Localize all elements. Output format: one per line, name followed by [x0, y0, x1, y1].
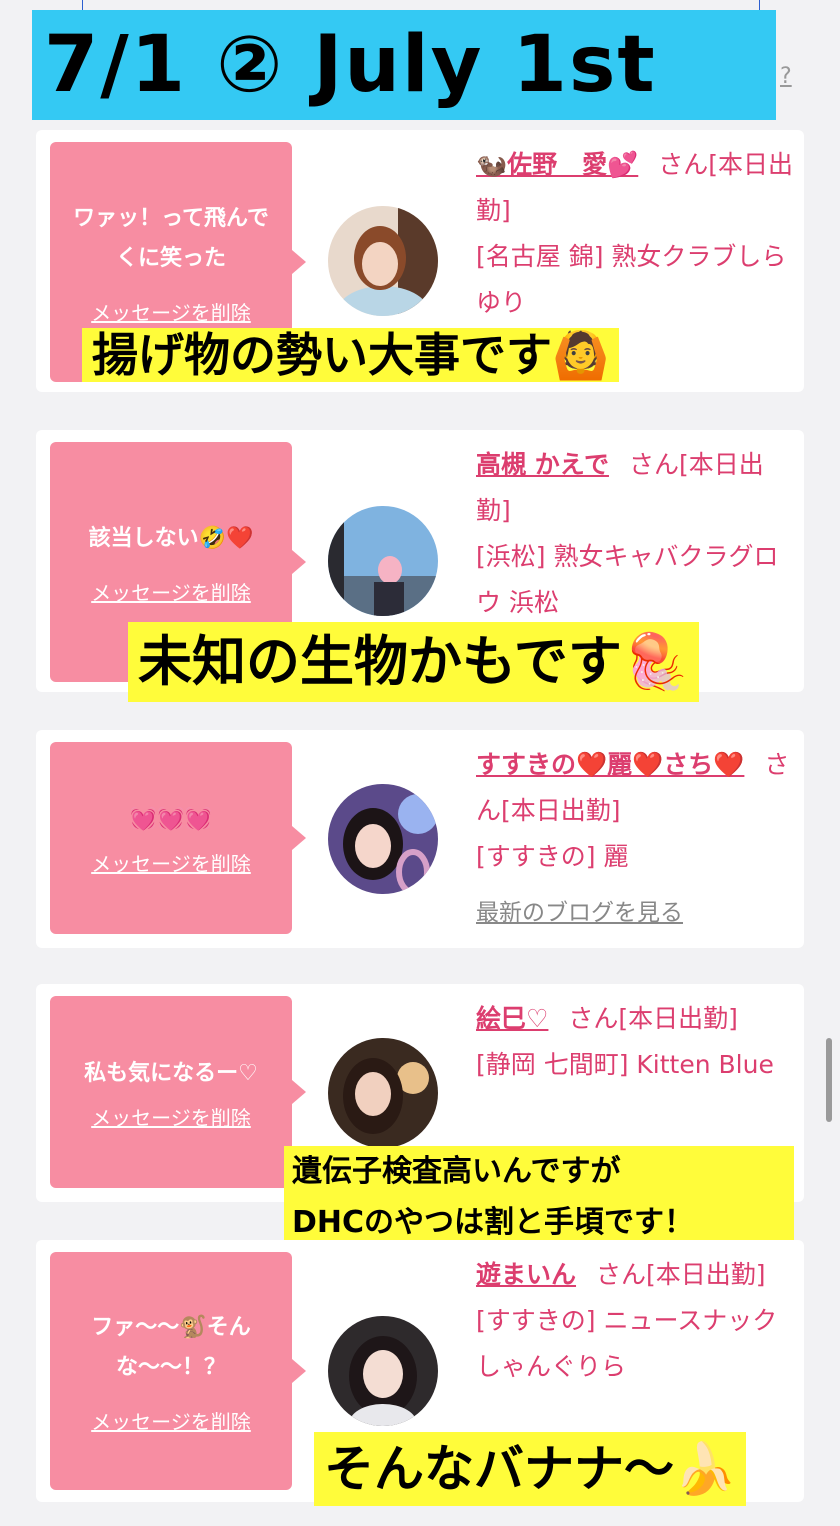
cast-status: さん[本日出勤]: [596, 1260, 766, 1289]
cast-info: 🦦佐野 愛💕 さん[本日出勤] [名古屋 錦] 熟女クラブしらゆり: [476, 142, 796, 326]
cast-info: 絵巳♡ さん[本日出勤] [静岡 七間町] Kitten Blue: [476, 996, 796, 1088]
title-banner: 7/1 ② July 1st: [32, 10, 776, 120]
cast-name-link[interactable]: 🦦佐野 愛💕: [476, 150, 638, 179]
message-bubble: 💓💓💓 メッセージを削除: [50, 742, 306, 934]
message-bubble: 私も気になるー♡ メッセージを削除: [50, 996, 306, 1188]
avatar[interactable]: [328, 1038, 438, 1148]
cast-info: 高槻 かえで さん[本日出勤] [浜松] 熟女キャバクラグロウ 浜松: [476, 442, 796, 626]
caption-line: 遺伝子検査高いんですが: [292, 1154, 621, 1189]
shop-name: [名古屋 錦] 熟女クラブしらゆり: [476, 242, 787, 317]
message-bubble: ファ〜〜🐒そんな〜〜！？ メッセージを削除: [50, 1252, 306, 1490]
shop-name: [浜松] 熟女キャバクラグロウ 浜松: [476, 542, 779, 617]
scrollbar[interactable]: [826, 1038, 832, 1122]
cast-info: 遊まいん さん[本日出勤] [すすきの] ニュースナックしゃんぐりら: [476, 1252, 796, 1390]
help-link[interactable]: ?: [780, 64, 792, 89]
message-text: ファ〜〜🐒そんな〜〜！？: [91, 1314, 251, 1380]
cast-name-link[interactable]: 絵巳♡: [476, 1004, 548, 1033]
shop-name: [すすきの] ニュースナックしゃんぐりら: [476, 1306, 778, 1381]
latest-blog-link[interactable]: 最新のブログを見る: [476, 890, 796, 936]
cast-name-link[interactable]: すすきの❤️麗❤️さち❤️: [476, 750, 744, 779]
message-text: ワァッ！って飛んでくに笑った: [73, 205, 269, 271]
avatar[interactable]: [328, 1316, 438, 1426]
message-text: 💓💓💓: [129, 806, 213, 832]
top-frame-line: [82, 0, 760, 10]
delete-message-link[interactable]: メッセージを削除: [91, 297, 251, 326]
caption-overlay: 揚げ物の勢い大事です🙆: [82, 328, 620, 382]
cast-name-link[interactable]: 遊まいん: [476, 1260, 576, 1289]
avatar[interactable]: [328, 206, 438, 316]
avatar[interactable]: [328, 784, 438, 894]
caption-overlay: 未知の生物かもです🪼: [128, 622, 700, 702]
caption-overlay: そんなバナナ〜🍌: [314, 1432, 747, 1506]
message-card: 💓💓💓 メッセージを削除 すすきの❤️麗❤️さち❤️ さん[本日出勤] [すすきの…: [36, 730, 804, 948]
delete-message-link[interactable]: メッセージを削除: [91, 848, 251, 877]
cast-name-link[interactable]: 高槻 かえで: [476, 450, 609, 479]
avatar[interactable]: [328, 506, 438, 616]
cast-info: すすきの❤️麗❤️さち❤️ さん[本日出勤] [すすきの] 麗 最新のブログを見る: [476, 742, 796, 936]
delete-message-link[interactable]: メッセージを削除: [91, 1406, 251, 1435]
delete-message-link[interactable]: メッセージを削除: [91, 1102, 251, 1131]
cast-status: さん[本日出勤]: [568, 1004, 738, 1033]
delete-message-link[interactable]: メッセージを削除: [91, 577, 251, 606]
shop-name: [静岡 七間町] Kitten Blue: [476, 1050, 774, 1079]
caption-overlay: 遺伝子検査高いんですが DHCのやつは割と手頃です！: [284, 1146, 794, 1248]
message-text: 該当しない🤣❤️: [88, 525, 254, 551]
message-text: 私も気になるー♡: [84, 1060, 258, 1086]
shop-name: [すすきの] 麗: [476, 842, 629, 871]
